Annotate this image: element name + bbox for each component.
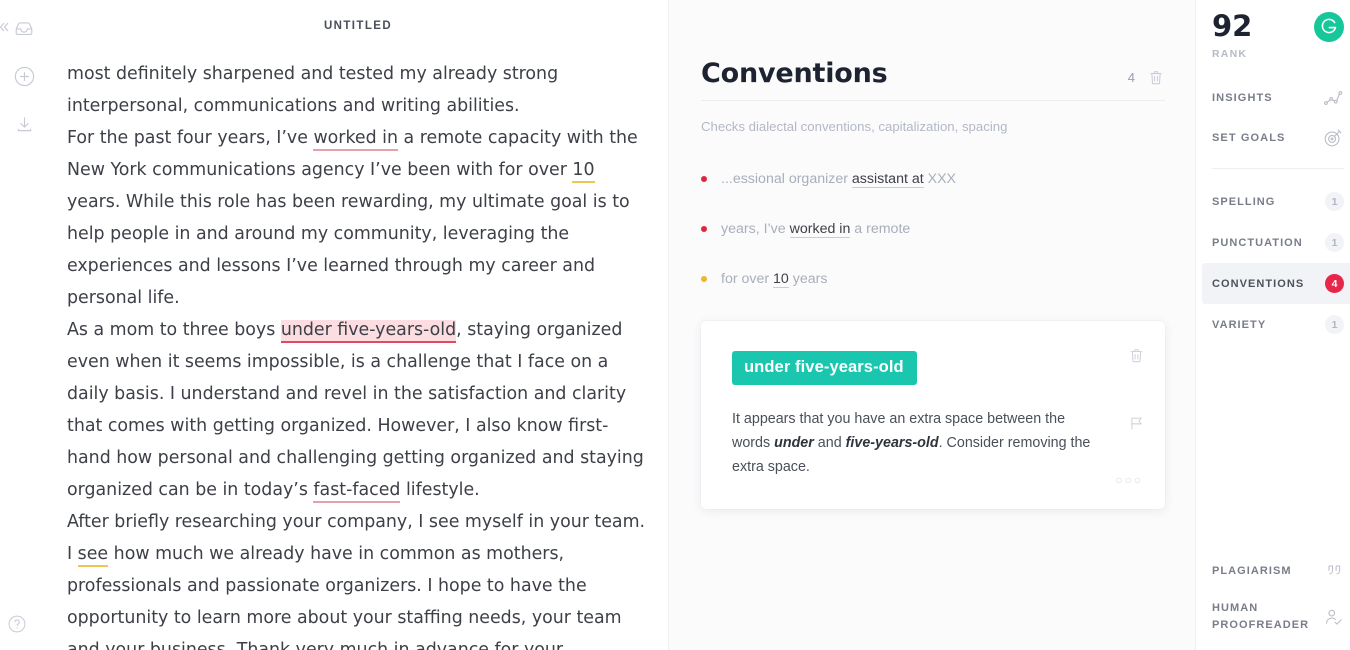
sidebar-tool-label: SET GOALS [1212,132,1286,144]
insights-chart-icon [1322,87,1344,109]
explanation-emphasis: under [774,435,814,451]
document-paragraph: After briefly researching your company, … [67,506,648,650]
category-count: 4 [1127,70,1135,85]
card-actions [1128,347,1145,437]
alert-text: years, I’ve worked in a remote [721,221,911,238]
score-value: 92 [1212,9,1253,43]
document-highlight[interactable]: fast-faced [313,480,401,503]
category-label: SPELLING [1212,195,1276,208]
document-text: most definitely sharpened and tested my … [67,64,559,116]
sidebar-category-variety[interactable]: VARIETY 1 [1202,304,1350,345]
sidebar-category-spelling[interactable]: SPELLING 1 [1202,181,1350,222]
sidebar-category-punctuation[interactable]: PUNCTUATION 1 [1202,222,1350,263]
right-sidebar: 92 RANK INSIGHTS SET GOALS SPELLING 1 PUNCT… [1195,0,1350,650]
alert-item[interactable]: years, I’ve worked in a remote [701,204,1165,254]
grammarly-editor-app: UNTITLED most definitely sharpened and t… [0,0,1350,650]
document-body[interactable]: most definitely sharpened and tested my … [48,32,648,650]
category-count-badge: 1 [1325,192,1344,211]
left-rail [0,0,48,650]
document-paragraph: As a mom to three boys under five-years-… [67,314,648,506]
inbox-icon[interactable] [12,16,36,40]
add-icon[interactable] [12,64,36,88]
explanation-emphasis: five-years-old [845,435,939,451]
document-text: , staying organized even when it seems i… [67,320,644,500]
document-text: For the past four years, I’ve [67,128,314,148]
flag-icon[interactable] [1128,415,1145,437]
help-icon[interactable] [7,614,27,634]
alert-bullet-icon [701,276,707,282]
sidebar-tool-label: INSIGHTS [1212,92,1273,104]
alert-text: for over 10 years [721,271,828,288]
sidebar-item-set-goals[interactable]: SET GOALS [1212,118,1344,158]
sidebar-tools: INSIGHTS SET GOALS [1212,60,1344,158]
alert-bullet-icon [701,176,707,182]
category-label: VARIETY [1212,318,1267,331]
category-count-badge: 4 [1325,274,1344,293]
grammarly-logo-icon[interactable] [1314,12,1344,42]
document-text: your business. Thank very much in advanc… [105,640,564,650]
document-text: years. While this role has been rewardin… [67,192,630,308]
rail-collapse-icon[interactable] [0,20,10,34]
document-highlight[interactable]: and [67,640,100,650]
alert-text: ...essional organizer assistant at XXX [721,171,957,188]
document-paragraph: most definitely sharpened and tested my … [67,58,648,122]
document-paragraph: For the past four years, I’ve worked in … [67,122,648,314]
alert-item[interactable]: for over 10 years [701,254,1165,304]
category-title: Conventions [701,58,888,89]
sidebar-divider [1212,168,1344,169]
download-icon[interactable] [12,112,36,136]
alert-explanation: It appears that you have an extra space … [732,407,1097,479]
document-highlight[interactable]: under five-years-old [280,320,457,343]
human-proofreader-label: HUMAN PROOFREADER [1212,602,1310,631]
alert-bullet-icon [701,226,707,232]
document-pane: UNTITLED most definitely sharpened and t… [48,0,668,650]
more-dots-icon[interactable]: ○○○ [1115,473,1143,487]
assistant-card-pane: Conventions 4 Checks dialectal conventio… [668,0,1195,650]
sidebar-category-conventions[interactable]: CONVENTIONS 4 [1202,263,1350,304]
plagiarism-label: PLAGIARISM [1212,564,1292,577]
sidebar-item-human-proofreader[interactable]: HUMAN PROOFREADER [1212,594,1344,640]
category-header: Conventions 4 [701,60,1165,101]
document-text: As a mom to three boys [67,320,281,340]
category-count-badge: 1 [1325,315,1344,334]
sidebar-item-insights[interactable]: INSIGHTS [1212,78,1344,118]
quotes-icon [1325,562,1344,581]
document-highlight[interactable]: see [77,544,109,567]
alert-chip: under five-years-old [732,351,917,385]
alert-list: ...essional organizer assistant at XXX ye… [701,138,1165,304]
document-text: how much we already have in common as mo… [67,544,622,628]
document-highlight[interactable]: worked in [313,128,399,151]
trash-icon[interactable] [1147,69,1165,87]
category-count-badge: 1 [1325,233,1344,252]
sidebar-item-plagiarism[interactable]: PLAGIARISM [1212,548,1344,594]
category-label: CONVENTIONS [1212,277,1305,290]
sidebar-bottom-tools: PLAGIARISM HUMAN PROOFREADER [1212,548,1344,640]
category-label: PUNCTUATION [1212,236,1303,249]
score-label: RANK [1212,48,1248,60]
target-icon [1322,127,1344,149]
explanation-text: and [813,435,846,451]
document-title[interactable]: UNTITLED [48,0,668,32]
category-description: Checks dialectal conventions, capitaliza… [701,119,1008,134]
sidebar-categories: SPELLING 1 PUNCTUATION 1 CONVENTIONS 4 VARIETY… [1202,181,1350,345]
expanded-alert-card[interactable]: under five-years-old It appears that you… [701,321,1165,509]
document-highlight[interactable]: 10 [572,160,595,183]
trash-icon[interactable] [1128,347,1145,369]
score-row: 92 RANK [1212,0,1344,60]
person-check-icon [1323,607,1344,628]
alert-item[interactable]: ...essional organizer assistant at XXX [701,154,1165,204]
document-text: lifestyle. [400,480,480,500]
